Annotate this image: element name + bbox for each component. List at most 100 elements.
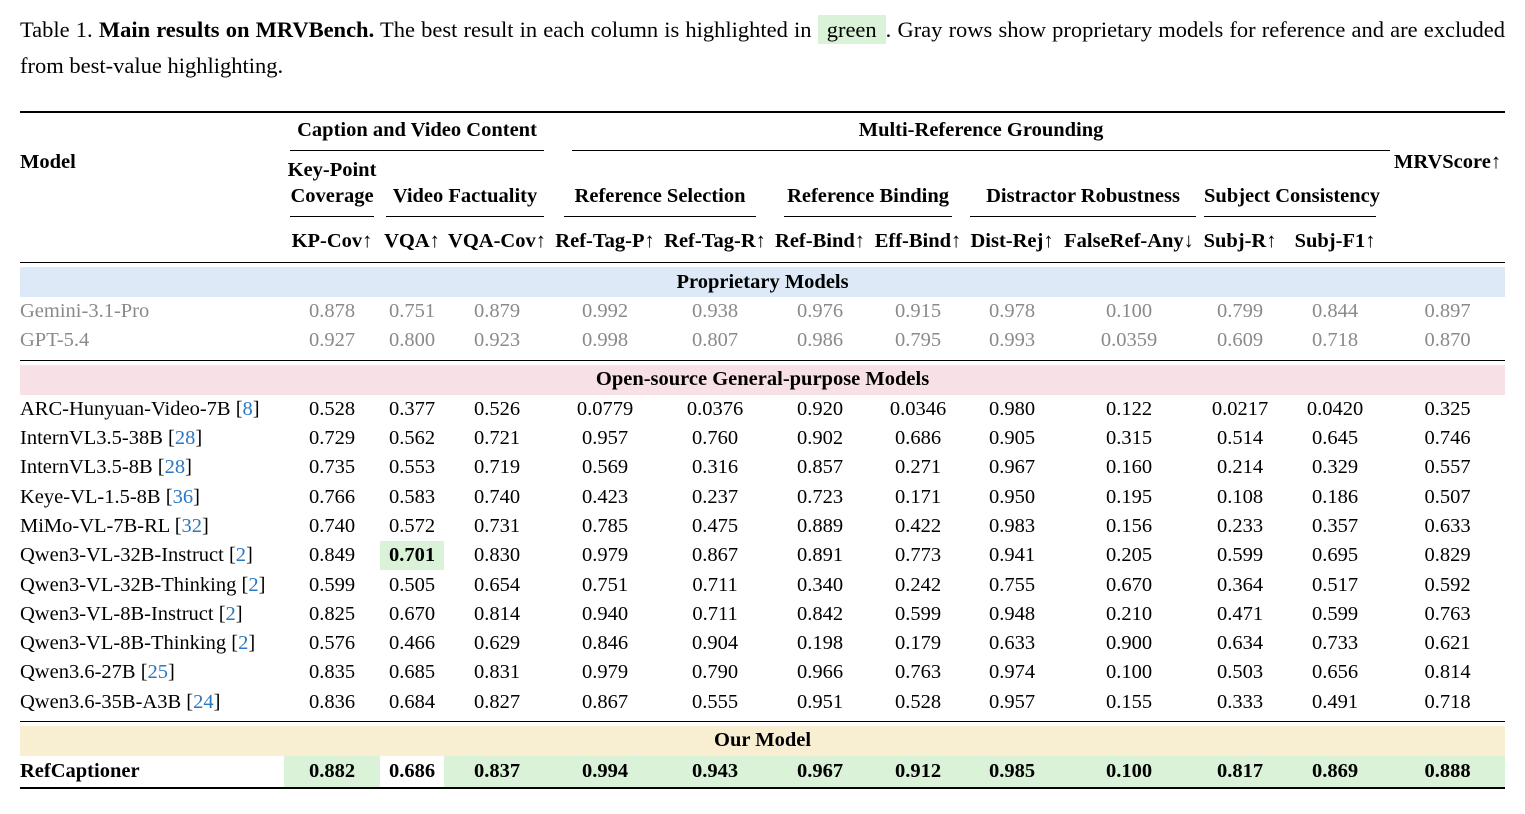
- value-cell: 0.100: [1105, 300, 1153, 323]
- citation-link[interactable]: 2: [248, 574, 258, 596]
- citation-link[interactable]: 2: [226, 603, 236, 625]
- model-name-cell: Qwen3.6-27B [25]: [20, 661, 175, 684]
- model-name-cell: Keye-VL-1.5-8B [36]: [20, 485, 200, 508]
- value-cell: 0.583: [388, 485, 436, 508]
- value-cell: 0.844: [1311, 300, 1359, 323]
- value-cell: 0.836: [308, 690, 356, 713]
- value-cell: 0.837: [444, 755, 551, 789]
- value-cell: 0.869: [1280, 755, 1391, 789]
- value-cell: 0.122: [1105, 397, 1153, 420]
- table-row: InternVL3.5-8B [28] 0.735 0.553 0.719 0.569 0…: [20, 453, 1505, 482]
- value-cell: 0.827: [473, 690, 521, 713]
- value-cell: 0.505: [388, 573, 436, 596]
- model-name: GPT-5.4: [20, 329, 90, 352]
- value-cell: 0.993: [988, 329, 1036, 352]
- value-cell: 0.0346: [889, 397, 947, 420]
- value-cell: 0.0217: [1211, 397, 1269, 420]
- value-cell: 0.242: [894, 573, 942, 596]
- value-cell: 0.940: [581, 602, 629, 625]
- value-cell: 0.923: [473, 329, 521, 352]
- value-cell: 0.528: [308, 397, 356, 420]
- header-group-grounding-label: Multi-Reference Grounding: [572, 119, 1391, 151]
- caption-green-word: green: [817, 15, 886, 44]
- model-name-cell: Gemini-3.1-Pro: [20, 297, 284, 326]
- value-cell: 0.621: [1424, 632, 1471, 655]
- value-cell: 0.599: [1216, 544, 1264, 567]
- citation-link[interactable]: 24: [193, 691, 214, 713]
- table-row: GPT-5.4 0.927 0.800 0.923 0.998 0.807 0.986 0.7…: [20, 326, 1505, 355]
- value-cell: 0.950: [988, 485, 1036, 508]
- citation-link[interactable]: 28: [175, 427, 196, 449]
- value-cell: 0.569: [581, 456, 629, 479]
- value-cell: 0.927: [308, 329, 356, 352]
- value-cell: 0.740: [308, 514, 356, 537]
- citation-link[interactable]: 2: [236, 544, 246, 566]
- value-cell: 0.763: [894, 661, 942, 684]
- value-cell: 0.721: [473, 427, 521, 450]
- header-sub-keypoint: Key-Point Coverage: [284, 157, 380, 220]
- value-cell: 0.897: [1424, 300, 1471, 323]
- metric-ref-bind: Ref-Bind↑: [775, 229, 866, 252]
- value-cell: 0.957: [581, 427, 629, 450]
- value-cell: 0.731: [473, 514, 521, 537]
- citation-link[interactable]: 25: [148, 661, 169, 683]
- table-row: InternVL3.5-38B [28] 0.729 0.562 0.721 0.957…: [20, 424, 1505, 453]
- metric-kp-cov: KP-Cov↑: [291, 229, 373, 252]
- value-cell: 0.980: [988, 397, 1036, 420]
- model-name-cell: Qwen3.6-35B-A3B [24]: [20, 690, 221, 713]
- value-cell: 0.878: [308, 300, 356, 323]
- value-cell: 0.976: [796, 300, 844, 323]
- value-cell: 0.237: [691, 485, 739, 508]
- value-cell: 0.557: [1424, 456, 1471, 479]
- value-cell: 0.979: [581, 661, 629, 684]
- model-name-cell: Qwen3-VL-32B-Thinking [2]: [20, 573, 266, 596]
- value-cell: 0.718: [1424, 690, 1471, 713]
- citation-link[interactable]: 2: [238, 632, 248, 654]
- caption-label: Table 1.: [20, 17, 93, 42]
- metric-ref-tag-r: Ref-Tag-R↑: [664, 229, 766, 252]
- value-cell: 0.475: [691, 514, 739, 537]
- value-cell: 0.888: [1390, 755, 1506, 789]
- value-cell: 0.733: [1311, 632, 1359, 655]
- header-sub-distractor-robustness-label: Distractor Robustness: [970, 183, 1197, 217]
- value-cell: 0.333: [1216, 690, 1264, 713]
- value-cell: 0.857: [796, 456, 844, 479]
- value-cell: 0.517: [1311, 573, 1359, 596]
- value-cell: 0.609: [1216, 329, 1264, 352]
- value-cell: 0.870: [1424, 329, 1471, 352]
- value-cell: 0.576: [308, 632, 356, 655]
- value-cell: 0.755: [988, 573, 1036, 596]
- value-cell: 0.718: [1311, 329, 1359, 352]
- value-cell: 0.599: [1311, 602, 1359, 625]
- table-row: Qwen3.6-35B-A3B [24] 0.836 0.684 0.827 0.867…: [20, 688, 1505, 717]
- value-cell: 0.800: [388, 329, 436, 352]
- table-row: Qwen3-VL-8B-Thinking [2] 0.576 0.466 0.629 0…: [20, 629, 1505, 658]
- value-cell: 0.711: [692, 602, 738, 625]
- metric-eff-bind: Eff-Bind↑: [874, 229, 962, 252]
- value-cell: 0.654: [473, 573, 521, 596]
- value-cell: 0.979: [581, 544, 629, 567]
- table-row: Keye-VL-1.5-8B [36] 0.766 0.583 0.740 0.423 0…: [20, 482, 1505, 511]
- model-name-cell: Qwen3-VL-8B-Thinking [2]: [20, 632, 256, 655]
- value-cell: 0.920: [796, 397, 844, 420]
- citation-link[interactable]: 8: [243, 398, 253, 420]
- header-sub-video-factuality-label: Video Factuality: [386, 183, 545, 217]
- model-name-cell: ARC-Hunyuan-Video-7B [8]: [20, 397, 260, 420]
- header-sub-keypoint-line1: Key-Point: [287, 159, 377, 181]
- metric-subj-f1: Subj-F1↑: [1294, 229, 1376, 252]
- header-sub-distractor-robustness: Distractor Robustness: [966, 157, 1200, 220]
- citation-link[interactable]: 36: [173, 486, 194, 508]
- value-cell: 0.746: [1424, 427, 1471, 450]
- header-sub-reference-binding: Reference Binding: [770, 157, 966, 220]
- model-name: InternVL3.5-38B: [20, 427, 163, 450]
- value-cell: 0.891: [796, 544, 844, 567]
- model-name: Qwen3-VL-8B-Instruct: [20, 602, 214, 625]
- value-cell: 0.766: [308, 485, 356, 508]
- citation-link[interactable]: 32: [182, 515, 203, 537]
- results-table: Model Caption and Video Content Multi-Re…: [20, 111, 1506, 789]
- value-cell: 0.316: [691, 456, 739, 479]
- model-name: Qwen3-VL-8B-Thinking: [20, 632, 227, 655]
- value-cell: 0.900: [1105, 632, 1153, 655]
- value-cell: 0.994: [550, 755, 661, 789]
- citation-link[interactable]: 28: [165, 456, 186, 478]
